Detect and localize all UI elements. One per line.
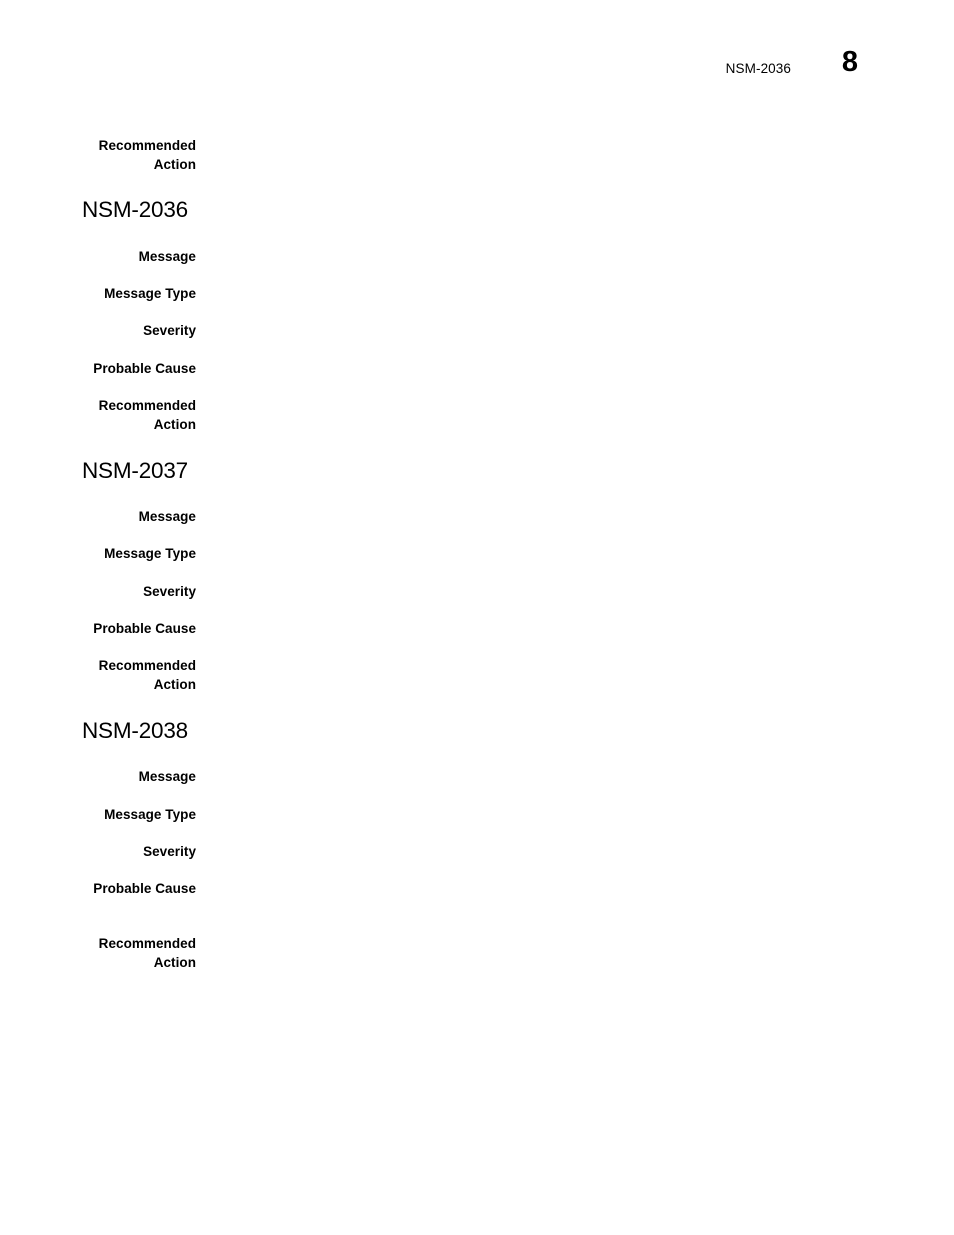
field-label-severity: Severity	[143, 844, 196, 859]
page-header: NSM-2036 8	[0, 48, 954, 98]
field-label-message-type: Message Type	[104, 546, 196, 561]
field-label-probable-cause: Probable Cause	[93, 621, 196, 636]
section-heading-nsm-2038: NSM-2038	[82, 718, 188, 743]
field-label-probable-cause: Probable Cause	[93, 881, 196, 896]
field-label-recommended-action: Recommended Action	[98, 658, 196, 692]
field-label-message: Message	[138, 769, 196, 784]
header-document-id: NSM-2036	[725, 61, 791, 76]
field-label-recommended-action: Recommended Action	[98, 138, 196, 172]
field-label-message-type: Message Type	[104, 807, 196, 822]
document-page: NSM-2036 8 Recommended Action NSM-2036 M…	[0, 0, 954, 1235]
field-label-severity: Severity	[143, 584, 196, 599]
field-label-message: Message	[138, 249, 196, 264]
field-label-recommended-action: Recommended Action	[98, 936, 196, 970]
field-label-message: Message	[138, 509, 196, 524]
field-label-severity: Severity	[143, 323, 196, 338]
field-label-recommended-action: Recommended Action	[98, 398, 196, 432]
section-heading-nsm-2037: NSM-2037	[82, 458, 188, 483]
section-heading-nsm-2036: NSM-2036	[82, 197, 188, 222]
field-label-probable-cause: Probable Cause	[93, 361, 196, 376]
field-label-message-type: Message Type	[104, 286, 196, 301]
page-number: 8	[841, 46, 858, 78]
